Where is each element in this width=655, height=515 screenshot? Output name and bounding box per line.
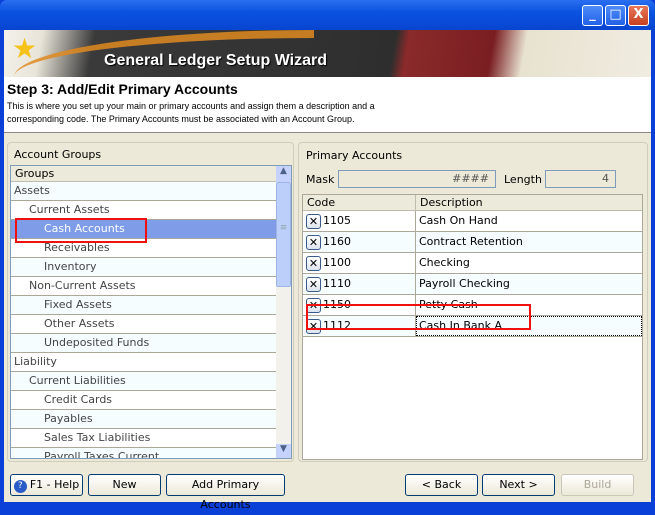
code-cell[interactable]: ✕ 1160 xyxy=(303,232,416,252)
magic-wand-icon: ★ xyxy=(12,32,38,65)
new-button[interactable]: New xyxy=(88,474,161,496)
account-row: ✕ 1110 Payroll Checking xyxy=(303,274,642,295)
primary-accounts-panel: Primary Accounts Mask #### Length 4 Code… xyxy=(298,142,648,462)
group-item[interactable]: Payroll Taxes Current xyxy=(11,448,291,458)
description-cell[interactable]: Checking xyxy=(416,253,642,273)
scroll-thumb[interactable]: ≡ xyxy=(276,182,291,287)
account-groups-panel: Account Groups Groups Assets Current Asse… xyxy=(7,142,294,462)
description-cell[interactable]: Contract Retention xyxy=(416,232,642,252)
group-item[interactable]: Fixed Assets xyxy=(11,296,291,315)
step-header: Step 3: Add/Edit Primary Accounts This i… xyxy=(4,77,651,133)
description-column-header[interactable]: Description xyxy=(416,195,483,210)
group-item[interactable]: Credit Cards xyxy=(11,391,291,410)
code-column-header[interactable]: Code xyxy=(303,195,416,210)
code-value: 1110 xyxy=(323,277,351,290)
delete-row-icon[interactable]: ✕ xyxy=(306,276,321,292)
description-cell[interactable]: Cash On Hand xyxy=(416,211,642,231)
account-row: ✕ 1100 Checking xyxy=(303,253,642,274)
account-row: ✕ 1160 Contract Retention xyxy=(303,232,642,253)
description-cell[interactable]: Payroll Checking xyxy=(416,274,642,294)
groups-grid: Groups Assets Current Assets Cash Accounts… xyxy=(10,165,292,459)
group-item[interactable]: Non-Current Assets xyxy=(11,277,291,296)
delete-row-icon[interactable]: ✕ xyxy=(306,213,321,229)
close-button[interactable]: X xyxy=(628,5,649,26)
group-item[interactable]: Current Liabilities xyxy=(11,372,291,391)
group-item[interactable]: Sales Tax Liabilities xyxy=(11,429,291,448)
banner: ★ General Ledger Setup Wizard xyxy=(4,30,651,77)
minimize-button[interactable]: _ xyxy=(582,5,603,26)
code-value: 1105 xyxy=(323,214,351,227)
delete-row-icon[interactable]: ✕ xyxy=(306,234,321,250)
account-groups-title: Account Groups xyxy=(14,148,102,161)
group-item[interactable]: Payables xyxy=(11,410,291,429)
code-cell[interactable]: ✕ 1105 xyxy=(303,211,416,231)
groups-column-header[interactable]: Groups xyxy=(11,166,291,182)
code-value: 1100 xyxy=(323,256,351,269)
group-item[interactable]: Inventory xyxy=(11,258,291,277)
mask-label: Mask xyxy=(306,173,335,186)
group-item[interactable]: Other Assets xyxy=(11,315,291,334)
selection-highlight xyxy=(15,218,147,243)
banner-title: General Ledger Setup Wizard xyxy=(104,52,328,69)
back-button[interactable]: < Back xyxy=(405,474,478,496)
length-label: Length xyxy=(504,173,542,186)
accounts-header: Code Description xyxy=(303,195,642,211)
wizard-body: ★ General Ledger Setup Wizard Step 3: Ad… xyxy=(4,30,651,502)
group-item[interactable]: Liability xyxy=(11,353,291,372)
step-title: Step 3: Add/Edit Primary Accounts xyxy=(7,81,238,97)
next-button[interactable]: Next > xyxy=(482,474,555,496)
step-description: This is where you set up your main or pr… xyxy=(7,101,375,124)
mask-field[interactable]: #### xyxy=(338,170,496,188)
delete-row-icon[interactable]: ✕ xyxy=(306,255,321,271)
help-icon: ? xyxy=(13,480,27,493)
code-cell[interactable]: ✕ 1110 xyxy=(303,274,416,294)
add-primary-accounts-button[interactable]: Add Primary Accounts xyxy=(166,474,285,511)
help-button[interactable]: ? F1 - Help xyxy=(10,474,83,496)
scroll-down-icon[interactable]: ▼ xyxy=(276,444,291,458)
build-button[interactable]: Build xyxy=(561,474,634,496)
help-label: F1 - Help xyxy=(29,478,80,491)
maximize-button[interactable]: □ xyxy=(605,5,626,26)
account-row: ✕ 1105 Cash On Hand xyxy=(303,211,642,232)
group-item[interactable]: Assets xyxy=(11,182,291,201)
scroll-up-icon[interactable]: ▲ xyxy=(276,166,291,182)
code-value: 1160 xyxy=(323,235,351,248)
length-field[interactable]: 4 xyxy=(545,170,616,188)
primary-accounts-title: Primary Accounts xyxy=(306,149,403,162)
scrollbar[interactable]: ▲ ≡ ▼ xyxy=(276,166,291,458)
code-cell[interactable]: ✕ 1100 xyxy=(303,253,416,273)
title-bar: _ □ X xyxy=(0,0,655,30)
new-row-highlight xyxy=(306,304,531,330)
group-item[interactable]: Undeposited Funds xyxy=(11,334,291,353)
